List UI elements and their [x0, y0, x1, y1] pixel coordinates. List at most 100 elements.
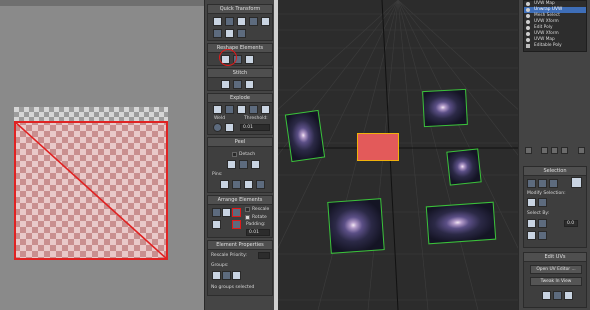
grow-selection-icon[interactable] [527, 198, 536, 207]
align-right-icon[interactable] [237, 17, 246, 26]
uv-tile-selected[interactable] [357, 133, 399, 161]
groups-status: No groups selected [211, 285, 255, 290]
uv-tile-right[interactable] [446, 148, 482, 186]
quick-transform-title[interactable]: Quick Transform [208, 5, 272, 14]
stitch-average-icon[interactable] [233, 80, 242, 89]
group-select-icon[interactable] [212, 271, 221, 280]
show-end-result-icon[interactable] [541, 147, 548, 154]
weld-selected-icon[interactable] [213, 123, 222, 132]
detach-edges-icon[interactable] [237, 105, 246, 114]
stack-item-label: Edit Poly [534, 25, 553, 30]
align-left-icon[interactable] [213, 17, 222, 26]
group-remove-icon[interactable] [232, 271, 241, 280]
rescale-elements-icon[interactable] [212, 220, 221, 229]
peel-title[interactable]: Peel [208, 138, 272, 147]
split-icon[interactable] [225, 105, 234, 114]
edit-uvs-title[interactable]: Edit UVs [524, 253, 586, 262]
pins-label: Pins: [212, 172, 223, 177]
select-flipped-icon[interactable] [538, 231, 547, 240]
selection-title[interactable]: Selection [524, 167, 586, 176]
stack-item-label: Mesh Select [534, 13, 560, 18]
peel-quick-icon[interactable] [227, 160, 236, 169]
arrange-elements-title[interactable]: Arrange Elements [208, 196, 272, 205]
perspective-viewport[interactable] [278, 0, 518, 310]
rescale-checkbox[interactable] [245, 207, 250, 212]
explode-title[interactable]: Explode [208, 94, 272, 103]
pack-normalize-icon[interactable] [222, 208, 231, 217]
element-properties-title[interactable]: Element Properties [208, 241, 272, 250]
uv-tile-top[interactable] [422, 88, 468, 128]
pack-together-icon[interactable] [232, 220, 241, 229]
groups-label: Groups: [211, 263, 229, 268]
flip-icon[interactable] [213, 29, 222, 38]
stack-item-label: Editable Poly [534, 43, 562, 48]
select-pins-icon[interactable] [256, 180, 265, 189]
reshape-elements-title[interactable]: Reshape Elements [208, 44, 272, 53]
arrange-elements-rollout: Arrange Elements Rescale Rotate Padding:… [207, 195, 273, 238]
eye-icon[interactable] [526, 26, 530, 30]
detach-checkbox[interactable] [232, 152, 237, 157]
padding-input[interactable]: 0.01 [246, 229, 270, 236]
eye-icon[interactable] [526, 8, 530, 12]
configure-sets-icon[interactable] [578, 147, 585, 154]
rotate-checkbox[interactable] [245, 215, 250, 220]
stack-item[interactable]: Editable Poly [524, 43, 586, 49]
polygon-select-icon[interactable] [549, 179, 558, 188]
edge-select-icon[interactable] [538, 179, 547, 188]
explode-rollout: Explode Weld Threshold: 0.01 [207, 93, 273, 135]
pin-icon[interactable] [220, 180, 229, 189]
eye-icon[interactable] [526, 32, 530, 36]
highlight-circle-annotation [219, 49, 237, 66]
peel-loop-icon[interactable] [251, 160, 260, 169]
stitch-source-icon[interactable] [221, 80, 230, 89]
select-overlap-icon[interactable] [527, 231, 536, 240]
remove-modifier-icon[interactable] [561, 147, 568, 154]
uv-tile-left[interactable] [284, 109, 326, 163]
select-by-value-input[interactable]: 0.0 [564, 220, 578, 227]
mirror-icon[interactable] [237, 29, 246, 38]
eye-icon[interactable] [526, 2, 530, 6]
tweak-in-view-button[interactable]: Tweak In View [530, 277, 582, 286]
unpin-icon[interactable] [232, 180, 241, 189]
pack-custom-icon[interactable] [232, 208, 241, 217]
stack-item-label: UVW Map [534, 37, 555, 42]
group-add-icon[interactable] [222, 271, 231, 280]
scale-icon[interactable] [225, 29, 234, 38]
uv-editor-viewport[interactable] [0, 0, 204, 310]
pack-icon[interactable] [212, 208, 221, 217]
weld-target-icon[interactable] [225, 123, 234, 132]
align-center-icon[interactable] [225, 17, 234, 26]
detach-label: Detach [239, 152, 256, 157]
modifier-stack[interactable]: UVW Map Unwrap UVW Mesh Select UVW Xform… [523, 0, 587, 52]
flatten-icon[interactable] [249, 105, 258, 114]
reset-peel-icon[interactable] [564, 291, 573, 300]
element-select-icon[interactable] [571, 177, 582, 188]
quick-peel-icon[interactable] [553, 291, 562, 300]
pin-stack-icon[interactable] [525, 147, 532, 154]
stitch-target-icon[interactable] [245, 80, 254, 89]
relax-icon[interactable] [245, 55, 254, 64]
rotate-ccw-icon[interactable] [261, 17, 270, 26]
eye-icon[interactable] [526, 20, 530, 24]
auto-pin-icon[interactable] [244, 180, 253, 189]
break-icon[interactable] [213, 105, 222, 114]
make-unique-icon[interactable] [551, 147, 558, 154]
select-by-id-icon[interactable] [527, 219, 536, 228]
open-uv-editor-button[interactable]: Open UV Editor ... [530, 265, 582, 274]
vertex-select-icon[interactable] [527, 179, 536, 188]
rotate-cw-icon[interactable] [249, 17, 258, 26]
peel-reset-icon[interactable] [239, 160, 248, 169]
shrink-selection-icon[interactable] [538, 198, 547, 207]
uv-tile-bottom-right[interactable] [425, 201, 497, 245]
rescale-priority-input[interactable] [258, 252, 270, 259]
uv-tile-bottom-left[interactable] [327, 198, 385, 254]
threshold-input[interactable]: 0.01 [240, 124, 270, 131]
selection-rollout: Selection Modify Selection: Select By: 0… [523, 166, 587, 248]
stitch-title[interactable]: Stitch [208, 69, 272, 78]
eye-icon[interactable] [526, 38, 530, 42]
select-by-smoothing-icon[interactable] [538, 219, 547, 228]
quick-planar-icon[interactable] [542, 291, 551, 300]
reshape-elements-rollout: Reshape Elements [207, 43, 273, 66]
eye-icon[interactable] [526, 14, 530, 18]
explode-icon[interactable] [261, 105, 270, 114]
